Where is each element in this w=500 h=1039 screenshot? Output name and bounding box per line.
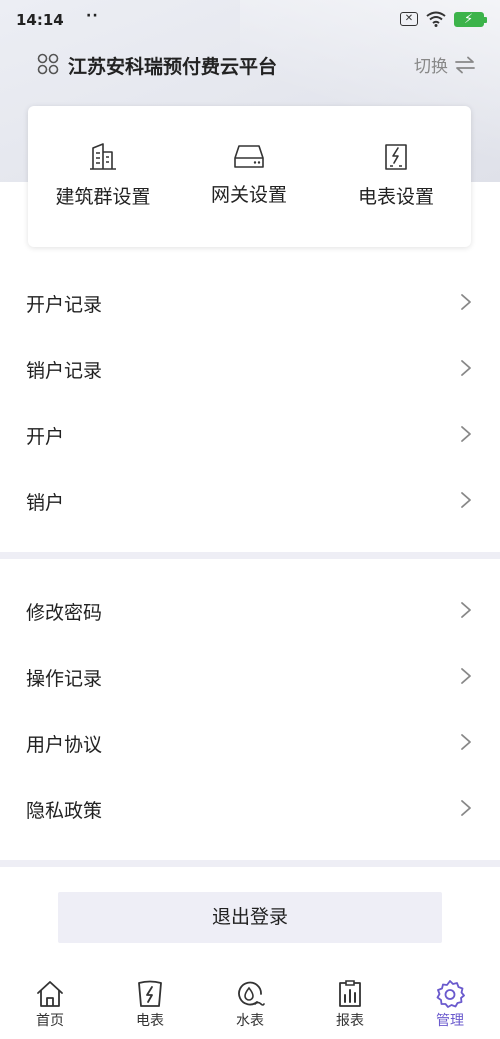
switch-button[interactable]: 切换 (414, 52, 476, 77)
nav-item-water-meter[interactable]: 水表 (200, 970, 300, 1039)
gateway-settings-label: 网关设置 (210, 184, 287, 206)
status-bar: 14:14 ·· ✕ ⚡ (0, 0, 500, 40)
building-icon (90, 143, 116, 170)
status-icons: ✕ ⚡ (400, 11, 487, 27)
nav-item-electric-meter[interactable]: 电表 (100, 970, 200, 1039)
menu-item-change-password[interactable]: 修改密码 (0, 578, 500, 644)
meter-icon (385, 144, 407, 170)
menu-item-user-agreement[interactable]: 用户协议 (0, 710, 500, 776)
nav-label: 水表 (236, 1013, 264, 1029)
meter-settings-button[interactable]: 电表设置 (331, 142, 461, 209)
report-icon (339, 980, 361, 1007)
menu-item-close-account[interactable]: 销户 (0, 468, 500, 534)
app-header: 江苏安科瑞预付费云平台 切换 (0, 44, 500, 84)
chevron-right-icon (461, 492, 471, 508)
app-grid-icon (37, 53, 59, 75)
quick-actions-card: 建筑群设置 网关设置 电表设置 (28, 106, 471, 247)
menu-item-label: 用户协议 (26, 734, 103, 756)
no-sim-icon: ✕ (400, 12, 418, 26)
settings-menu: 修改密码 操作记录 用户协议 隐私政策 (0, 578, 500, 842)
gear-icon (436, 980, 465, 1008)
chevron-right-icon (461, 734, 471, 750)
switch-label: 切换 (414, 57, 448, 77)
chevron-right-icon (461, 602, 471, 618)
nav-item-report[interactable]: 报表 (300, 970, 400, 1039)
menu-item-close-account-records[interactable]: 销户记录 (0, 336, 500, 402)
water-meter-icon (238, 981, 265, 1006)
building-settings-label: 建筑群设置 (55, 186, 151, 208)
section-divider (0, 860, 500, 867)
electric-meter-icon (138, 980, 162, 1007)
menu-item-label: 修改密码 (26, 602, 103, 624)
nav-label: 电表 (136, 1013, 164, 1029)
logout-button[interactable]: 退出登录 (58, 892, 442, 943)
chevron-right-icon (461, 800, 471, 816)
gateway-settings-button[interactable]: 网关设置 (184, 142, 314, 207)
nav-label: 首页 (36, 1013, 64, 1029)
bottom-nav: 首页 电表 水表 报表 管理 (0, 970, 500, 1039)
chevron-right-icon (461, 294, 471, 310)
menu-item-open-account[interactable]: 开户 (0, 402, 500, 468)
meter-settings-label: 电表设置 (357, 186, 434, 208)
account-menu: 开户记录 销户记录 开户 销户 (0, 270, 500, 534)
status-time: 14:14 (16, 11, 64, 29)
nav-item-manage[interactable]: 管理 (400, 970, 500, 1039)
menu-item-open-account-records[interactable]: 开户记录 (0, 270, 500, 336)
nav-item-home[interactable]: 首页 (0, 970, 100, 1039)
battery-icon: ⚡ (454, 11, 487, 27)
building-settings-button[interactable]: 建筑群设置 (38, 142, 168, 209)
menu-item-label: 开户记录 (26, 294, 103, 316)
chevron-right-icon (461, 668, 471, 684)
menu-item-label: 隐私政策 (26, 800, 103, 822)
menu-item-privacy-policy[interactable]: 隐私政策 (0, 776, 500, 842)
gateway-icon (234, 145, 264, 168)
chevron-right-icon (461, 426, 471, 442)
swap-arrows-icon (455, 56, 475, 73)
status-notification-dots: ·· (86, 8, 99, 24)
home-icon (37, 981, 63, 1007)
menu-item-label: 操作记录 (26, 668, 103, 690)
page-title: 江苏安科瑞预付费云平台 (68, 56, 278, 78)
nav-label: 报表 (336, 1013, 364, 1029)
menu-item-label: 销户记录 (26, 360, 103, 382)
menu-item-operation-records[interactable]: 操作记录 (0, 644, 500, 710)
section-divider (0, 552, 500, 559)
wifi-icon (426, 11, 446, 27)
nav-label: 管理 (436, 1013, 464, 1029)
chevron-right-icon (461, 360, 471, 376)
menu-item-label: 销户 (26, 492, 65, 514)
menu-item-label: 开户 (26, 426, 65, 448)
